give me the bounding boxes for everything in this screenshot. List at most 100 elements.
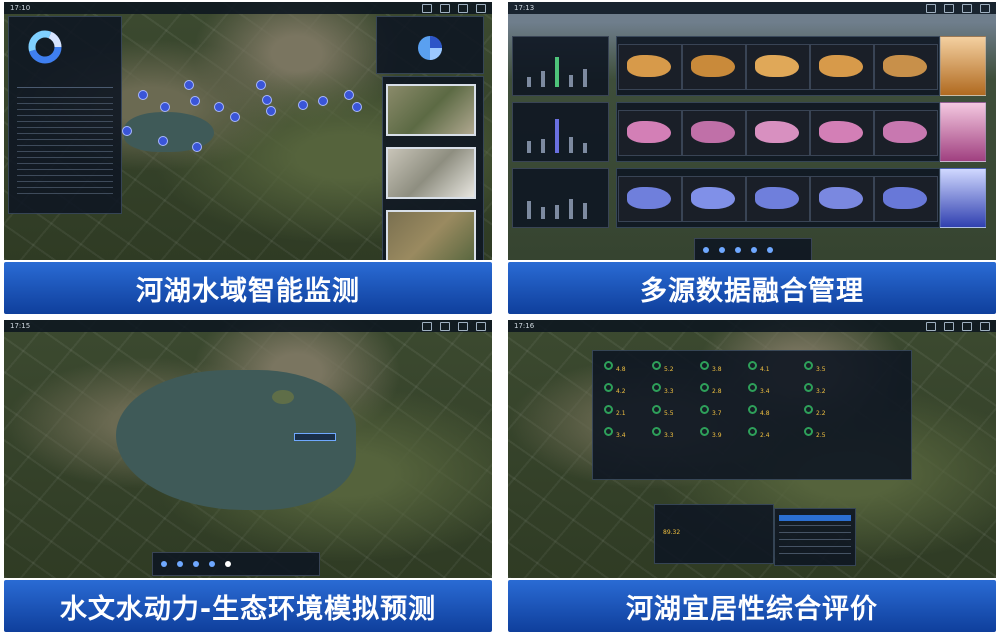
fusion-screenshot: 17:13 xyxy=(508,2,996,260)
bar-chart-row-3 xyxy=(512,168,609,228)
indicator-value: 2.5 xyxy=(816,432,826,439)
bar-chart-row-2 xyxy=(512,102,609,162)
gauge-ring-icon xyxy=(652,405,661,414)
text-block xyxy=(17,97,113,197)
settings-icon[interactable] xyxy=(458,322,468,331)
tile-water-monitoring[interactable]: 17:10 河湖水域智能监测 xyxy=(4,2,492,317)
map-marker[interactable] xyxy=(184,80,194,90)
indicator-cell[interactable]: 2.4 xyxy=(748,426,792,440)
indicator-cell[interactable]: 2.8 xyxy=(700,382,744,396)
close-icon[interactable] xyxy=(476,322,486,331)
tile-data-fusion[interactable]: 17:13 多源数据融合管理 xyxy=(508,2,996,317)
indicator-value: 3.4 xyxy=(760,388,770,395)
indicator-value: 3.3 xyxy=(664,388,674,395)
indicator-cell[interactable]: 3.5 xyxy=(804,360,848,374)
donut-chart xyxy=(28,30,62,64)
tile-caption: 水文水动力-生态环境模拟预测 xyxy=(4,580,492,632)
score-panel: 89.32 xyxy=(654,504,774,564)
score-value: 89.32 xyxy=(663,529,681,536)
gauge-ring-icon xyxy=(700,427,709,436)
map-marker[interactable] xyxy=(122,126,132,136)
home-icon[interactable] xyxy=(926,322,936,331)
detail-table xyxy=(774,508,856,566)
indicator-value: 5.5 xyxy=(664,410,674,417)
indicator-cell[interactable]: 3.3 xyxy=(652,426,696,440)
map-marker[interactable] xyxy=(266,106,276,116)
site-photo[interactable] xyxy=(386,210,476,260)
map-marker[interactable] xyxy=(190,96,200,106)
home-icon[interactable] xyxy=(422,4,432,13)
indicator-cell[interactable]: 4.1 xyxy=(748,360,792,374)
top-bar: 17:13 xyxy=(508,2,996,14)
gauge-ring-icon xyxy=(804,427,813,436)
settings-icon[interactable] xyxy=(458,4,468,13)
home-icon[interactable] xyxy=(926,4,936,13)
map-marker[interactable] xyxy=(230,112,240,122)
close-icon[interactable] xyxy=(980,322,990,331)
map-marker[interactable] xyxy=(262,95,272,105)
bottom-toolbar[interactable] xyxy=(694,238,812,260)
legend-pink xyxy=(940,102,986,162)
indicator-value: 3.9 xyxy=(712,432,722,439)
map-marker[interactable] xyxy=(158,136,168,146)
tile-caption: 河湖水域智能监测 xyxy=(4,262,492,314)
close-icon[interactable] xyxy=(980,4,990,13)
indicator-cell[interactable]: 2.1 xyxy=(604,404,648,418)
indicator-cell[interactable]: 4.2 xyxy=(604,382,648,396)
indicator-cell[interactable]: 5.5 xyxy=(652,404,696,418)
indicator-value: 2.2 xyxy=(816,410,826,417)
tile-evaluation[interactable]: 17:16 89.32 4.8 5.2 3.8 4.1 3.5 4.2 3.3 2.8 3.4 3… xyxy=(508,320,996,635)
map-label[interactable] xyxy=(294,433,336,441)
settings-icon[interactable] xyxy=(962,4,972,13)
indicator-cell[interactable]: 3.4 xyxy=(604,426,648,440)
top-bar: 17:10 xyxy=(4,2,492,14)
indicator-cell[interactable]: 5.2 xyxy=(652,360,696,374)
site-photo[interactable] xyxy=(386,84,476,136)
gauge-ring-icon xyxy=(700,405,709,414)
settings-icon[interactable] xyxy=(962,322,972,331)
indicator-value: 5.2 xyxy=(664,366,674,373)
site-photo[interactable] xyxy=(386,147,476,199)
map-marker[interactable] xyxy=(256,80,266,90)
indicator-cell[interactable]: 3.7 xyxy=(700,404,744,418)
indicator-cell[interactable]: 4.8 xyxy=(604,360,648,374)
map-marker[interactable] xyxy=(214,102,224,112)
bottom-toolbar[interactable] xyxy=(152,552,320,576)
indicator-cell[interactable]: 3.3 xyxy=(652,382,696,396)
indicator-cell[interactable]: 3.2 xyxy=(804,382,848,396)
indicator-cell[interactable]: 3.4 xyxy=(748,382,792,396)
map-marker[interactable] xyxy=(160,102,170,112)
close-icon[interactable] xyxy=(476,4,486,13)
monitoring-screenshot: 17:10 xyxy=(4,2,492,260)
indicator-cell[interactable]: 2.5 xyxy=(804,426,848,440)
pie-chart xyxy=(418,36,442,60)
map-marker[interactable] xyxy=(298,100,308,110)
indicator-value: 3.2 xyxy=(816,388,826,395)
indicator-value: 2.4 xyxy=(760,432,770,439)
layers-icon[interactable] xyxy=(440,322,450,331)
map-marker[interactable] xyxy=(318,96,328,106)
indicator-value: 4.1 xyxy=(760,366,770,373)
indicator-cell[interactable]: 3.9 xyxy=(700,426,744,440)
gauge-ring-icon xyxy=(604,383,613,392)
layers-icon[interactable] xyxy=(944,4,954,13)
gauge-ring-icon xyxy=(652,383,661,392)
indicator-value: 4.2 xyxy=(616,388,626,395)
map-marker[interactable] xyxy=(344,90,354,100)
map-marker[interactable] xyxy=(138,90,148,100)
map-marker[interactable] xyxy=(352,102,362,112)
gauge-ring-icon xyxy=(604,427,613,436)
map-marker[interactable] xyxy=(192,142,202,152)
gauge-ring-icon xyxy=(604,361,613,370)
tile-simulation[interactable]: 17:15 水文水动力-生态环境模拟预测 xyxy=(4,320,492,635)
layers-icon[interactable] xyxy=(440,4,450,13)
indicator-cell[interactable]: 2.2 xyxy=(804,404,848,418)
bar-chart-row-1 xyxy=(512,36,609,96)
layers-icon[interactable] xyxy=(944,322,954,331)
island xyxy=(272,390,294,404)
indicator-cell[interactable]: 3.8 xyxy=(700,360,744,374)
gauge-ring-icon xyxy=(748,405,757,414)
gauge-ring-icon xyxy=(652,361,661,370)
home-icon[interactable] xyxy=(422,322,432,331)
indicator-cell[interactable]: 4.8 xyxy=(748,404,792,418)
